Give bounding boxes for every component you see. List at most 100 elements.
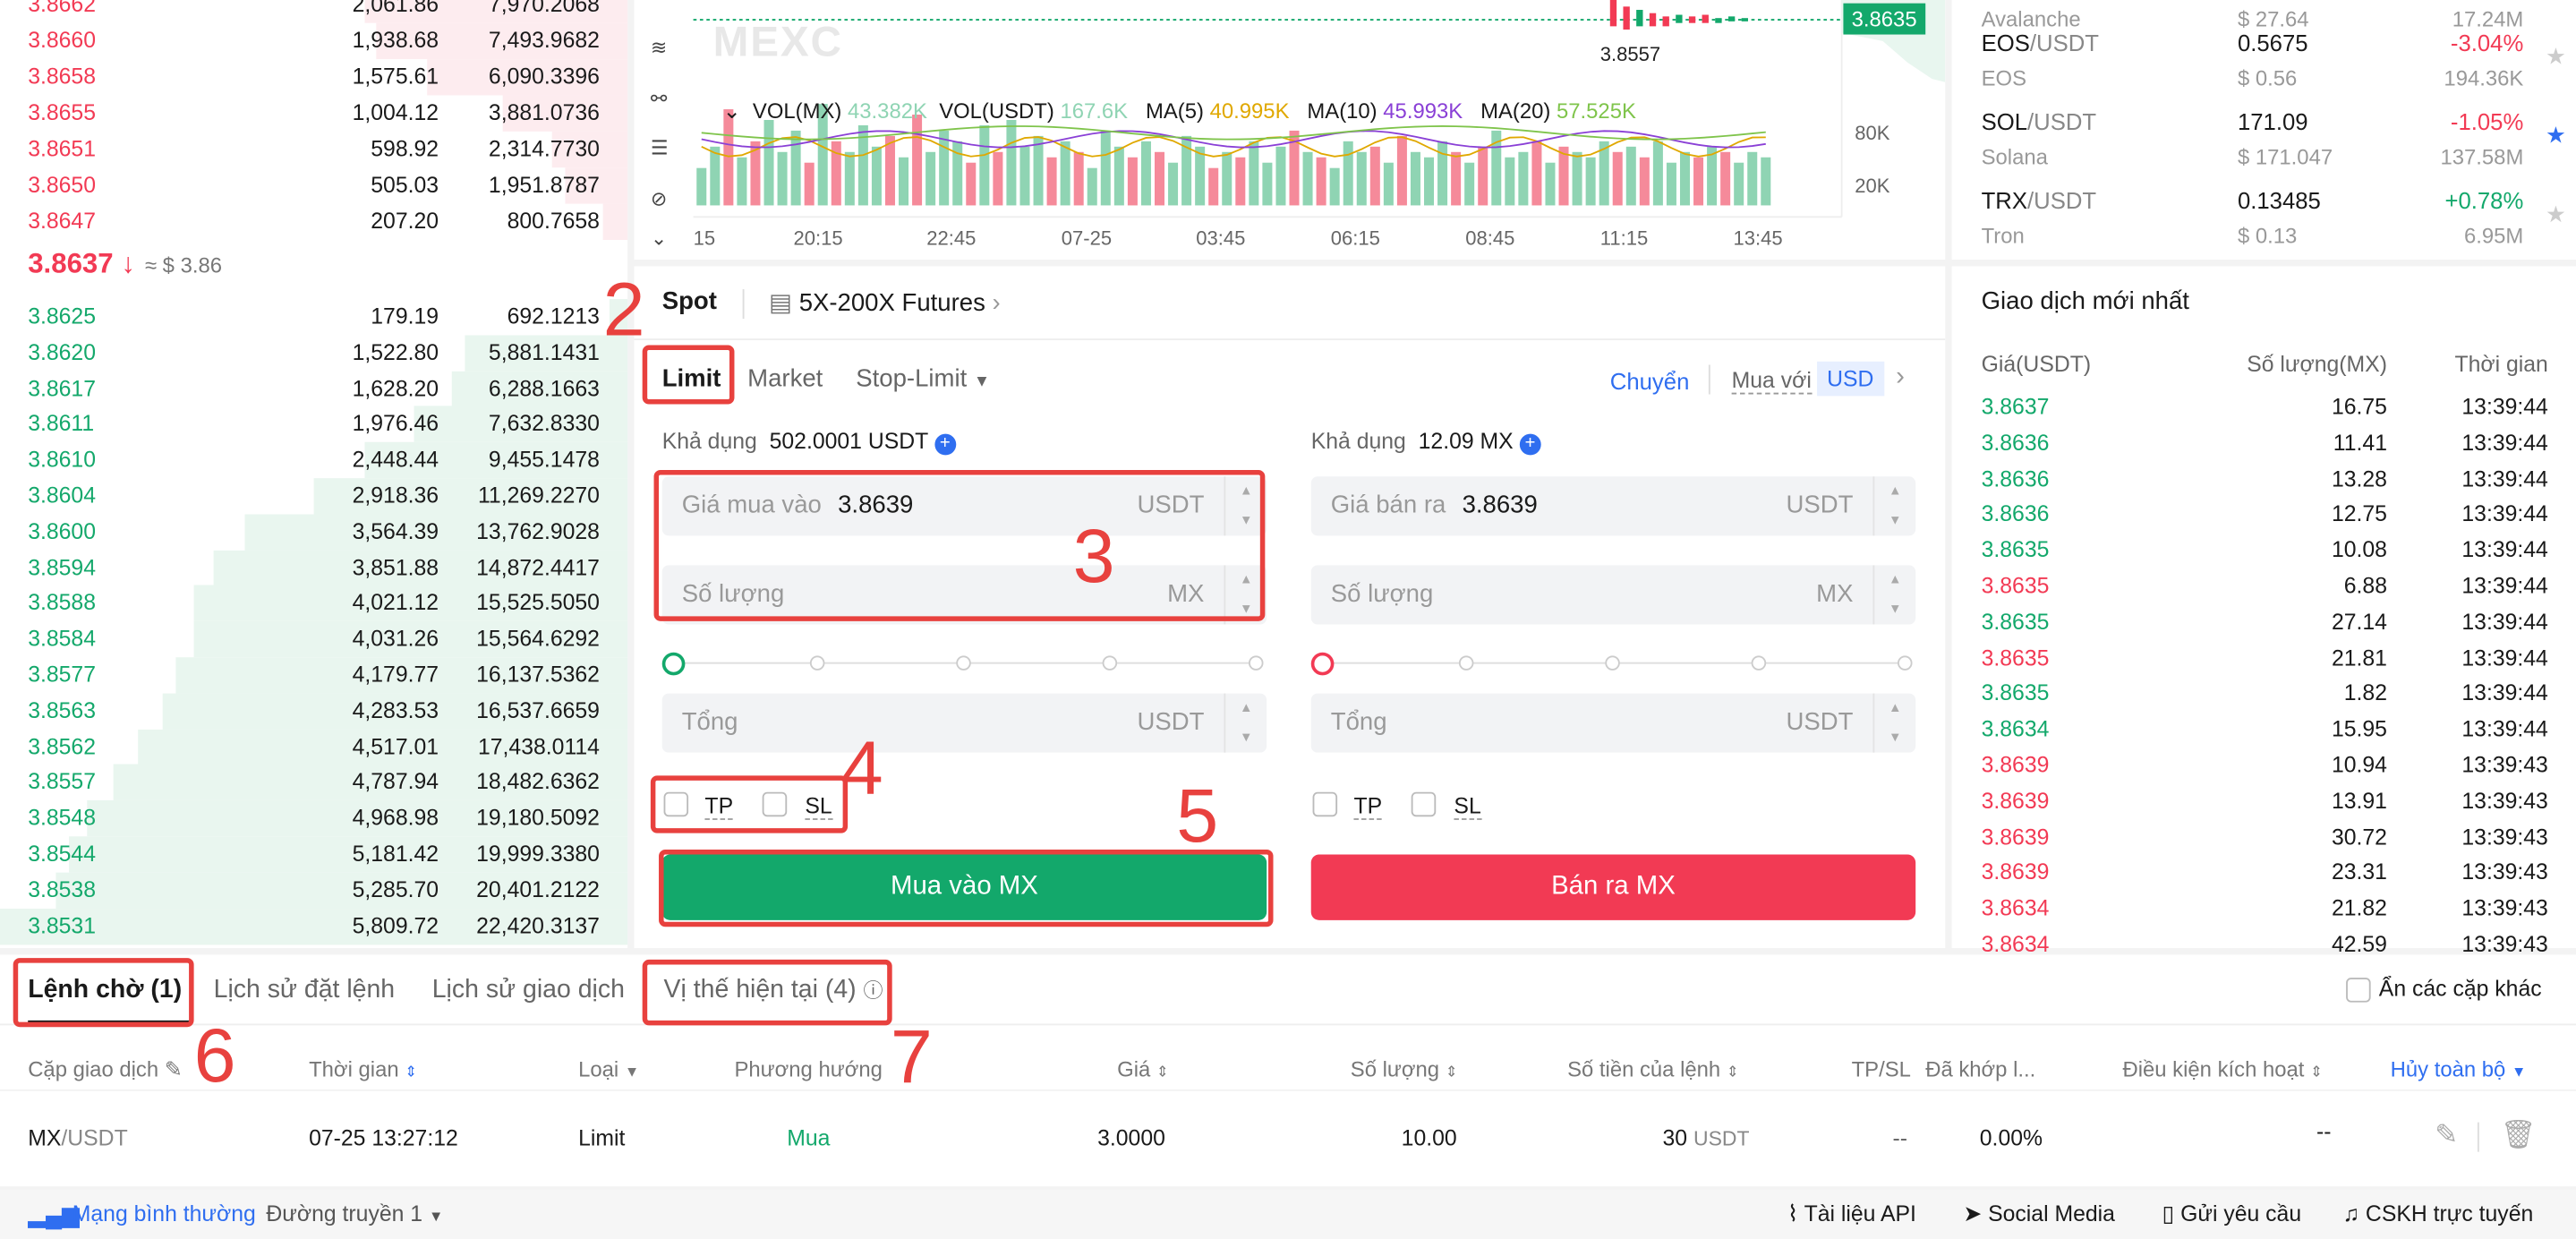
route-select[interactable]: Đường truyền 1 ▼ bbox=[266, 1201, 443, 1226]
bid-row[interactable]: 3.8577 4,179.77 16,137.5362 bbox=[0, 657, 628, 694]
volume-bar bbox=[1720, 151, 1731, 206]
tab-market[interactable]: Market bbox=[747, 364, 823, 392]
col-trigger[interactable]: Điều kiện kích hoạt ⇕ bbox=[2122, 1056, 2322, 1081]
hide-pairs-checkbox[interactable] bbox=[2346, 978, 2371, 1003]
annotation-number: 4 bbox=[840, 724, 883, 810]
volume-bar bbox=[1518, 151, 1529, 206]
api-docs-link[interactable]: ⌇ Tài liệu API bbox=[1787, 1201, 1916, 1227]
tab-spot[interactable]: Spot bbox=[662, 287, 717, 315]
slider-handle bbox=[661, 652, 686, 676]
ask-row[interactable]: 3.8660 1,938.68 7,493.9682 bbox=[0, 22, 628, 60]
ask-row[interactable]: 3.8650 505.03 1,951.8787 bbox=[0, 167, 628, 204]
latest-trades: Giao dịch mới nhất Giá(USDT) Số lượng(MX… bbox=[1951, 266, 2576, 956]
social-media-link[interactable]: ➤ Social Media bbox=[1963, 1201, 2115, 1227]
tab-stop-limit[interactable]: Stop-Limit ▼ bbox=[856, 364, 990, 392]
annotation-number: 3 bbox=[1072, 512, 1115, 599]
transfer-link[interactable]: Chuyển bbox=[1610, 368, 1690, 394]
bid-row[interactable]: 3.8538 5,285.70 20,401.2122 bbox=[0, 872, 628, 909]
bid-row[interactable]: 3.8620 1,522.80 5,881.1431 bbox=[0, 335, 628, 372]
volume-bar bbox=[1505, 157, 1515, 206]
network-status: Mạng bình thường bbox=[72, 1201, 256, 1226]
col-type[interactable]: Loại ▼ bbox=[578, 1056, 639, 1081]
bid-total: 19,180.5092 bbox=[476, 805, 600, 831]
buy-total-field[interactable]: Tổng USDT ▲ ▼ bbox=[661, 693, 1267, 753]
deposit-plus-icon[interactable]: + bbox=[934, 433, 956, 456]
market-row[interactable]: EOS/USDT 0.5675 -3.04% ★ EOS $ 0.56 194.36K bbox=[1952, 26, 2576, 101]
bid-row[interactable]: 3.8562 4,517.01 17,438.0114 bbox=[0, 729, 628, 765]
volume-bar bbox=[1383, 162, 1394, 206]
trash-icon[interactable]: 🗑 bbox=[2501, 1119, 2537, 1152]
bid-total: 5,881.1431 bbox=[488, 339, 600, 365]
sell-sl-label: SL bbox=[1454, 793, 1481, 820]
bid-row[interactable]: 3.8557 4,787.94 18,482.6362 bbox=[0, 765, 628, 801]
ask-row[interactable]: 3.8658 1,575.61 6,090.3396 bbox=[0, 59, 628, 96]
bid-row[interactable]: 3.8617 1,628.20 6,288.1663 bbox=[0, 371, 628, 407]
deposit-plus-icon[interactable]: + bbox=[1519, 433, 1541, 456]
order-qty: 10.00 bbox=[1401, 1125, 1457, 1150]
volume-bar bbox=[1639, 157, 1650, 206]
bid-row[interactable]: 3.8611 1,976.46 7,632.8330 bbox=[0, 406, 628, 443]
order-amount: 30 USDT bbox=[1662, 1125, 1750, 1150]
edit-icon[interactable]: ✎ bbox=[2435, 1119, 2458, 1152]
chevron-right-icon[interactable]: › bbox=[1896, 363, 1905, 393]
sell-qty-field[interactable]: Số lượng MX ▲ ▼ bbox=[1310, 565, 1916, 625]
sell-price-field[interactable]: Giá bán ra 3.8639 USDT ▲ ▼ bbox=[1310, 476, 1916, 536]
col-amount[interactable]: Số tiền của lệnh ⇕ bbox=[1567, 1056, 1739, 1081]
bid-row[interactable]: 3.8531 5,809.72 22,420.3137 bbox=[0, 908, 628, 944]
tab-futures[interactable]: ▤ 5X-200X Futures › bbox=[769, 287, 1001, 317]
volume-bar bbox=[1531, 141, 1542, 206]
ask-row[interactable]: 3.8662 2,061.86 7,970.2068 bbox=[0, 0, 628, 23]
y-tick: 20K bbox=[1855, 174, 1890, 198]
bid-row[interactable]: 3.8544 5,181.42 19,999.3380 bbox=[0, 836, 628, 873]
orders-panel: Lệnh chờ (1) Lịch sử đặt lệnh Lịch sử gi… bbox=[0, 954, 2576, 1187]
price-chart[interactable]: ≋ ⚯ ☰ ⊘ ⌄ MEXC 3.8635 3.8557 ⌄ VOL(MX) 4… bbox=[634, 0, 1946, 261]
ask-row[interactable]: 3.8651 598.92 2,314.7730 bbox=[0, 131, 628, 168]
order-pair[interactable]: MX/USDT bbox=[28, 1125, 128, 1150]
request-link[interactable]: ▯ Gửi yêu cầu bbox=[2162, 1201, 2302, 1227]
market-list: Avalanche $ 27.64 17.24M EOS/USDT 0.5675 -3.0… bbox=[1951, 0, 2576, 261]
col-qty[interactable]: Số lượng ⇕ bbox=[1351, 1056, 1458, 1081]
bid-row[interactable]: 3.8625 179.19 692.1213 bbox=[0, 299, 628, 336]
ask-amount: 505.03 bbox=[371, 172, 439, 198]
bid-price: 3.8577 bbox=[28, 662, 97, 688]
bid-row[interactable]: 3.8563 4,283.53 16,537.6659 bbox=[0, 693, 628, 730]
bid-row[interactable]: 3.8588 4,021.12 15,525.5050 bbox=[0, 585, 628, 622]
buy-slider[interactable] bbox=[661, 652, 1267, 676]
trade-row: 3.8636 11.41 13:39:44 bbox=[1981, 430, 2548, 456]
col-price[interactable]: Giá ⇕ bbox=[1117, 1056, 1169, 1081]
currency-select[interactable]: USD bbox=[1817, 361, 1884, 397]
sell-button[interactable]: Bán ra MX bbox=[1310, 854, 1916, 920]
volume-bar bbox=[777, 151, 788, 206]
bid-row[interactable]: 3.8594 3,851.88 14,872.4417 bbox=[0, 550, 628, 586]
bid-amount: 5,285.70 bbox=[352, 876, 439, 902]
bid-row[interactable]: 3.8584 4,031.26 15,564.6292 bbox=[0, 621, 628, 658]
market-row[interactable]: SOL/USDT 171.09 -1.05% ★ Solana $ 171.047 137.… bbox=[1952, 105, 2576, 180]
ask-row[interactable]: 3.8647 207.20 800.7658 bbox=[0, 203, 628, 240]
bid-row[interactable]: 3.8610 2,448.44 9,455.1478 bbox=[0, 442, 628, 479]
col-time[interactable]: Thời gian ⇕ bbox=[309, 1056, 417, 1081]
sell-slider[interactable] bbox=[1310, 652, 1915, 676]
sell-sl-checkbox[interactable] bbox=[1411, 791, 1437, 817]
sell-total-field[interactable]: Tổng USDT ▲ ▼ bbox=[1310, 693, 1916, 753]
cancel-all-button[interactable]: Hủy toàn bộ ▼ bbox=[2391, 1056, 2527, 1081]
x-tick: 11:15 bbox=[1599, 226, 1649, 250]
chevron-down-icon[interactable]: ⌄ bbox=[723, 98, 741, 124]
trade-row: 3.8639 30.72 13:39:43 bbox=[1981, 824, 2548, 850]
volume-bar bbox=[1679, 151, 1690, 206]
market-row[interactable]: TRX/USDT 0.13485 +0.78% ★ Tron $ 0.13 6.95M bbox=[1952, 184, 2576, 260]
bid-row[interactable]: 3.8548 4,968.98 19,180.5092 bbox=[0, 800, 628, 837]
volume-bar bbox=[925, 151, 936, 206]
tab-trade-history[interactable]: Lịch sử giao dịch bbox=[432, 976, 625, 1005]
trade-row: 3.8639 13.91 13:39:43 bbox=[1981, 788, 2548, 814]
bid-row[interactable]: 3.8604 2,918.36 11,269.2270 bbox=[0, 478, 628, 515]
ask-row[interactable]: 3.8655 1,004.12 3,881.0736 bbox=[0, 95, 628, 132]
tab-order-history[interactable]: Lịch sử đặt lệnh bbox=[214, 976, 396, 1005]
volume-bar bbox=[696, 167, 707, 206]
support-link[interactable]: ♫ CSKH trực tuyến bbox=[2342, 1201, 2533, 1226]
order-side: Mua bbox=[787, 1125, 831, 1150]
bid-row[interactable]: 3.8600 3,564.39 13,762.9028 bbox=[0, 514, 628, 551]
col-pair[interactable]: Cặp giao dịch ✎ bbox=[28, 1056, 183, 1082]
last-price-usd: ≈ $ 3.86 bbox=[144, 252, 223, 278]
x-tick: 15 bbox=[693, 226, 716, 250]
sell-tp-checkbox[interactable] bbox=[1312, 791, 1338, 817]
